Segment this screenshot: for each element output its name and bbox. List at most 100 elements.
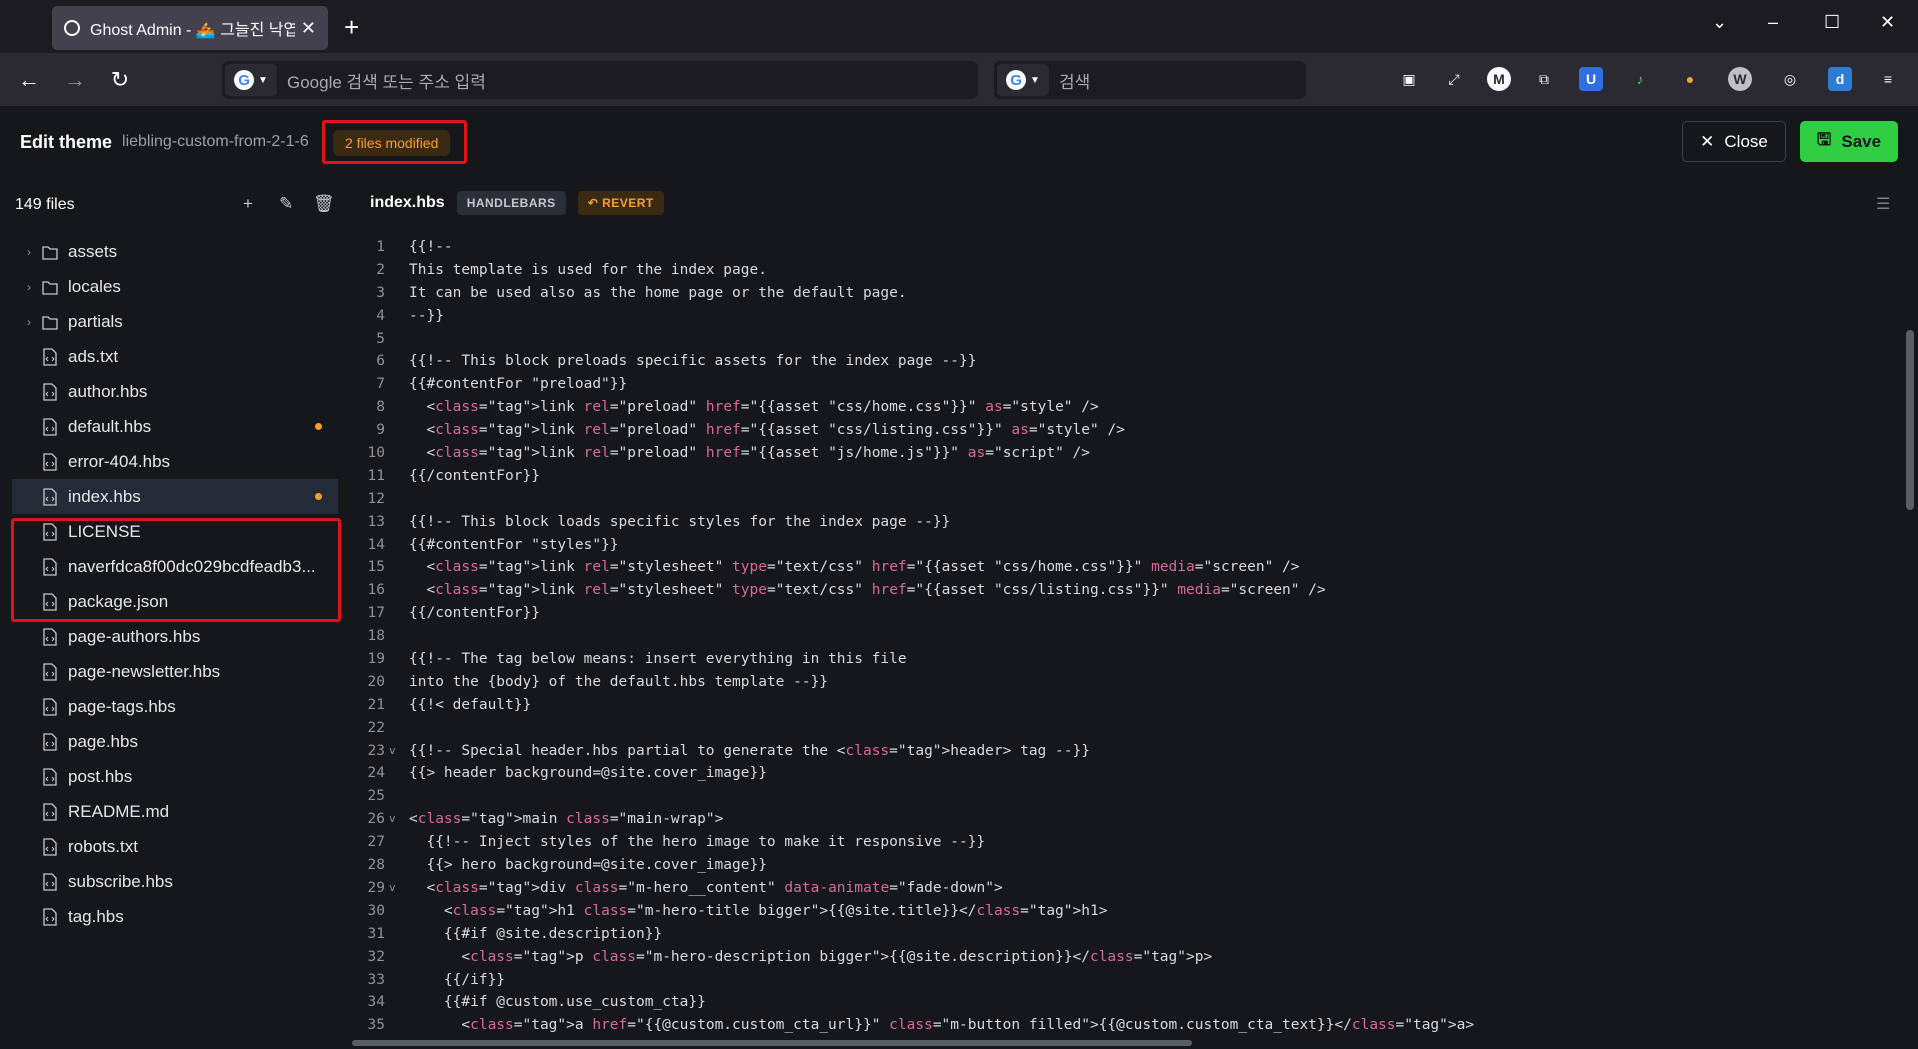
tab-close-icon[interactable]: ✕: [301, 18, 316, 39]
window-close-icon[interactable]: ✕: [1880, 12, 1895, 33]
code-line[interactable]: 20 into the {body} of the default.hbs tem…: [352, 671, 1902, 694]
search-engine-picker[interactable]: G ▼: [225, 64, 277, 96]
code-line[interactable]: 28 {{> hero background=@site.cover_image…: [352, 854, 1902, 877]
chevron-right-icon[interactable]: ›: [18, 245, 40, 259]
folder-row[interactable]: › partials: [12, 304, 338, 339]
extensions-puzzle-icon[interactable]: ⧉: [1532, 67, 1556, 91]
code-text: {{#if @custom.use_custom_cta}}: [409, 994, 706, 1011]
code-line[interactable]: 13 {{!-- This block loads specific styles…: [352, 511, 1902, 534]
extension-w-icon[interactable]: W: [1728, 67, 1752, 91]
code-line[interactable]: 14 {{#contentFor "styles"}}: [352, 534, 1902, 557]
revert-button[interactable]: ↶ REVERT: [577, 191, 664, 215]
address-bar[interactable]: G ▼ Google 검색 또는 주소 입력: [222, 61, 978, 99]
chevron-right-icon[interactable]: ›: [18, 315, 40, 329]
code-line[interactable]: 4 --}}: [352, 305, 1902, 328]
close-button[interactable]: ✕ Close: [1682, 121, 1786, 162]
search-bar[interactable]: G ▼ 검색: [994, 61, 1306, 99]
file-row[interactable]: author.hbs: [12, 374, 338, 409]
fold-chevron-icon[interactable]: v: [389, 740, 396, 763]
file-row[interactable]: README.md: [12, 794, 338, 829]
code-line[interactable]: 26 v <class="tag">main class="main-wrap">: [352, 808, 1902, 831]
code-line[interactable]: 22: [352, 717, 1902, 740]
code-line[interactable]: 24 {{> header background=@site.cover_imag…: [352, 762, 1902, 785]
code-line[interactable]: 33 {{/if}}: [352, 969, 1902, 992]
code-line[interactable]: 11 {{/contentFor}}: [352, 465, 1902, 488]
file-row[interactable]: post.hbs: [12, 759, 338, 794]
code-line[interactable]: 6 {{!-- This block preloads specific asse…: [352, 350, 1902, 373]
code-line[interactable]: 8 <class="tag">link rel="preload" href="…: [352, 396, 1902, 419]
code-text: {{!-- The tag below means: insert everyt…: [409, 651, 907, 668]
browser-tab[interactable]: Ghost Admin - 🚣 그늘진 낙엽 ✕: [52, 6, 328, 50]
folder-row[interactable]: › assets: [12, 234, 338, 269]
code-editor[interactable]: 1 {{!-- 2 This template is used for the ind…: [352, 236, 1902, 1046]
search-input[interactable]: 검색: [1059, 68, 1090, 93]
fold-chevron-icon[interactable]: v: [389, 877, 396, 900]
address-input[interactable]: Google 검색 또는 주소 입력: [287, 68, 486, 93]
search-engine-picker[interactable]: G ▼: [997, 64, 1049, 96]
pocket-icon[interactable]: ▣: [1397, 67, 1421, 91]
rename-pencil-icon[interactable]: ✎: [279, 194, 293, 214]
code-line[interactable]: 2 This template is used for the index pag…: [352, 259, 1902, 282]
new-tab-icon[interactable]: +: [344, 10, 359, 44]
folder-row[interactable]: › locales: [12, 269, 338, 304]
code-line[interactable]: 12: [352, 488, 1902, 511]
fullscreen-icon[interactable]: ⤢: [1442, 67, 1466, 91]
forward-icon[interactable]: →: [62, 67, 88, 93]
code-line[interactable]: 9 <class="tag">link rel="preload" href="…: [352, 419, 1902, 442]
cookie-manager-icon[interactable]: ◎: [1778, 67, 1802, 91]
code-line[interactable]: 32 <class="tag">p class="m-hero-descript…: [352, 946, 1902, 969]
code-line[interactable]: 34 {{#if @custom.use_custom_cta}}: [352, 991, 1902, 1014]
minimize-icon[interactable]: –: [1768, 12, 1778, 33]
code-line[interactable]: 30 <class="tag">h1 class="m-hero-title b…: [352, 900, 1902, 923]
code-line[interactable]: 7 {{#contentFor "preload"}}: [352, 373, 1902, 396]
extension-m-icon[interactable]: M: [1487, 67, 1511, 91]
code-line[interactable]: 5: [352, 328, 1902, 351]
back-icon[interactable]: ←: [16, 67, 42, 93]
line-number: 7: [376, 376, 385, 393]
extension-d-icon[interactable]: d: [1828, 67, 1852, 91]
code-line[interactable]: 1 {{!--: [352, 236, 1902, 259]
code-line[interactable]: 15 <class="tag">link rel="stylesheet" ty…: [352, 556, 1902, 579]
vertical-scrollbar[interactable]: [1906, 330, 1914, 510]
file-row[interactable]: page.hbs: [12, 724, 338, 759]
code-line[interactable]: 27 {{!-- Inject styles of the hero image…: [352, 831, 1902, 854]
ublock-icon[interactable]: U: [1579, 67, 1603, 91]
code-line[interactable]: 16 <class="tag">link rel="stylesheet" ty…: [352, 579, 1902, 602]
file-row[interactable]: ads.txt: [12, 339, 338, 374]
reload-icon[interactable]: ↻: [107, 67, 133, 93]
code-line[interactable]: 17 {{/contentFor}}: [352, 602, 1902, 625]
code-line[interactable]: 35 <class="tag">a href="{{@custom.custom…: [352, 1014, 1902, 1037]
fold-chevron-icon[interactable]: v: [389, 808, 396, 831]
code-line[interactable]: 3 It can be used also as the home page or…: [352, 282, 1902, 305]
file-row[interactable]: subscribe.hbs: [12, 864, 338, 899]
save-button[interactable]: 🖫 Save: [1800, 121, 1898, 162]
maximize-icon[interactable]: ☐: [1824, 12, 1840, 33]
code-line[interactable]: 23 v {{!-- Special header.hbs partial to g…: [352, 740, 1902, 763]
code-line[interactable]: 19 {{!-- The tag below means: insert ever…: [352, 648, 1902, 671]
file-row[interactable]: page-authors.hbs: [12, 619, 338, 654]
delete-trash-icon[interactable]: 🗑: [313, 194, 335, 214]
code-text: <class="tag">link rel="stylesheet" type=…: [409, 582, 1326, 599]
file-row[interactable]: index.hbs: [12, 479, 338, 514]
horizontal-scrollbar[interactable]: [352, 1040, 1192, 1046]
file-row[interactable]: robots.txt: [12, 829, 338, 864]
code-line[interactable]: 18: [352, 625, 1902, 648]
word-wrap-icon[interactable]: ☰: [1876, 194, 1890, 214]
file-row[interactable]: page-newsletter.hbs: [12, 654, 338, 689]
music-extension-icon[interactable]: ♪: [1628, 67, 1652, 91]
code-text: into the {body} of the default.hbs templ…: [409, 673, 829, 690]
file-row[interactable]: error-404.hbs: [12, 444, 338, 479]
code-line[interactable]: 10 <class="tag">link rel="preload" href=…: [352, 442, 1902, 465]
chevron-right-icon[interactable]: ›: [18, 280, 40, 294]
code-line[interactable]: 31 {{#if @site.description}}: [352, 923, 1902, 946]
add-file-icon[interactable]: +: [243, 194, 253, 214]
tab-list-chevron-icon[interactable]: ⌄: [1712, 12, 1727, 33]
menu-hamburger-icon[interactable]: ≡: [1876, 67, 1900, 91]
code-line[interactable]: 21 {{!< default}}: [352, 694, 1902, 717]
code-line[interactable]: 29 v <class="tag">div class="m-hero__cont…: [352, 877, 1902, 900]
file-row[interactable]: default.hbs: [12, 409, 338, 444]
cookie-extension-icon[interactable]: ●: [1678, 67, 1702, 91]
file-row[interactable]: tag.hbs: [12, 899, 338, 934]
code-line[interactable]: 25: [352, 785, 1902, 808]
file-row[interactable]: page-tags.hbs: [12, 689, 338, 724]
